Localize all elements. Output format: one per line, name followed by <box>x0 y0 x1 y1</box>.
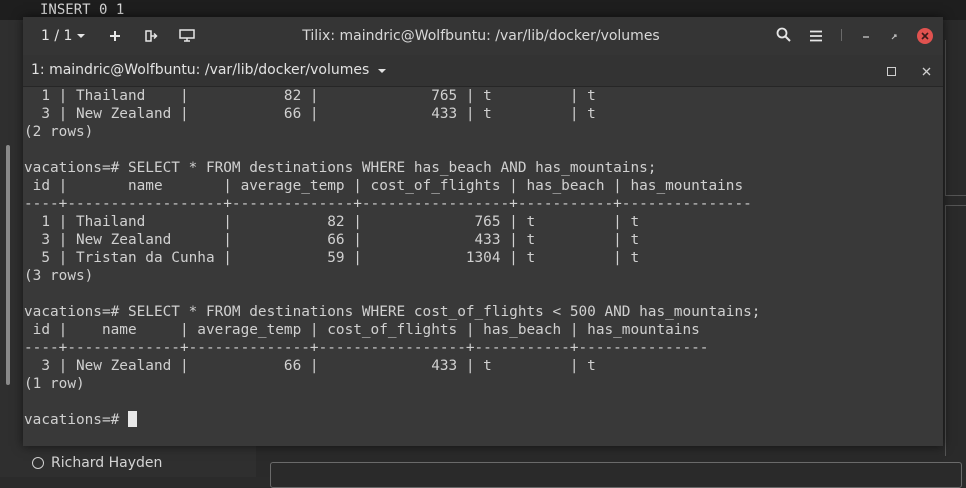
terminal-line: ----+-------------+--------------+------… <box>24 340 709 356</box>
text-cursor <box>127 411 137 427</box>
terminal-line: id | name | average_temp | cost_of_fligh… <box>24 322 700 338</box>
search-button[interactable] <box>776 27 791 46</box>
minimize-button[interactable] <box>861 27 871 46</box>
terminal-line: vacations=# SELECT * FROM destinations W… <box>24 160 657 176</box>
terminal-line: 3 | New Zealand | 66 | 433 | t | t <box>24 358 596 374</box>
terminal-line: ----+------------------+--------------+-… <box>24 196 752 212</box>
terminal-title: 1: maindric@Wolfbuntu: /var/lib/docker/v… <box>31 62 370 78</box>
tilix-window: 1 / 1 Tilix: maindric@Wolfbuntu: /var/li… <box>23 17 943 446</box>
maximize-button[interactable] <box>889 27 899 46</box>
terminal-line: 5 | Tristan da Cunha | 59 | 1304 | t | t <box>24 250 640 266</box>
terminal-output[interactable]: 1 | Thailand | 82 | 765 | t | t 3 | New … <box>23 87 943 446</box>
terminal-line: (3 rows) <box>24 268 94 284</box>
terminal-line: (1 row) <box>24 376 85 392</box>
contact-item[interactable]: Richard Hayden <box>32 455 162 471</box>
terminal-tab-bar: 1: maindric@Wolfbuntu: /var/lib/docker/v… <box>23 55 943 87</box>
terminal-line: (2 rows) <box>24 124 94 140</box>
contact-name: Richard Hayden <box>51 455 163 471</box>
minimize-icon <box>863 35 869 38</box>
background-panel-frame <box>945 205 966 456</box>
background-panel-frame <box>945 40 966 196</box>
hamburger-menu-icon <box>810 30 822 41</box>
terminal-line: vacations=# SELECT * FROM destinations W… <box>24 304 761 320</box>
terminal-line: 3 | New Zealand | 66 | 433 | t | t <box>24 106 596 122</box>
menu-button[interactable] <box>809 27 823 46</box>
maximize-icon <box>891 33 897 39</box>
search-icon <box>776 27 791 42</box>
terminal-line: id | name | average_temp | cost_of_fligh… <box>24 178 744 194</box>
maximize-terminal-button[interactable] <box>887 61 896 80</box>
prompt-line[interactable]: vacations=# <box>23 411 943 429</box>
close-icon <box>922 67 931 76</box>
terminal-line: 3 | New Zealand | 66 | 433 | t | t <box>24 232 640 248</box>
terminal-title-button[interactable]: 1: maindric@Wolfbuntu: /var/lib/docker/v… <box>31 55 387 86</box>
header-bar: 1 / 1 Tilix: maindric@Wolfbuntu: /var/li… <box>23 17 943 56</box>
square-icon <box>887 67 896 76</box>
background-input-field[interactable] <box>270 462 962 488</box>
close-terminal-button[interactable] <box>922 61 931 80</box>
terminal-line: 1 | Thailand | 82 | 765 | t | t <box>24 88 596 104</box>
background-scrollbar[interactable] <box>6 145 10 385</box>
terminal-line: 1 | Thailand | 82 | 765 | t | t <box>24 214 640 230</box>
shell-prompt: vacations=# <box>24 412 128 428</box>
header-separator <box>841 27 843 46</box>
status-radio-icon <box>32 457 44 469</box>
chevron-down-icon <box>378 68 387 73</box>
close-window-button[interactable] <box>917 28 933 44</box>
close-icon <box>921 32 929 40</box>
